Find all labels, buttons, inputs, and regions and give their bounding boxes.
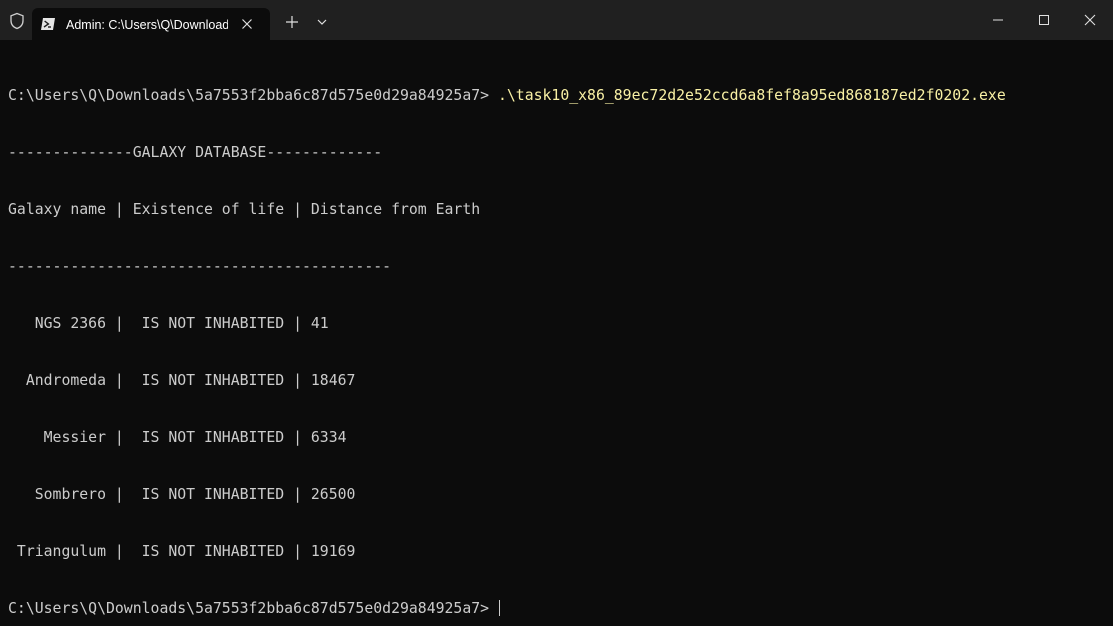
minimize-button[interactable]: [975, 0, 1021, 40]
database-header: --------------GALAXY DATABASE-----------…: [8, 144, 383, 161]
tab-title: Admin: C:\Users\Q\Downloads\5a7553f2bba6…: [66, 18, 228, 32]
separator-line: ----------------------------------------…: [8, 258, 392, 275]
column-headers: Galaxy name | Existence of life | Distan…: [8, 201, 481, 218]
tab-admin-terminal[interactable]: Admin: C:\Users\Q\Downloads\5a7553f2bba6…: [32, 8, 270, 40]
minimize-icon: [993, 19, 1003, 21]
plus-icon[interactable]: [282, 12, 302, 32]
current-prompt-line: C:\Users\Q\Downloads\5a7553f2bba6c87d575…: [8, 599, 1108, 618]
maximize-button[interactable]: [1021, 0, 1067, 40]
title-bar: Admin: C:\Users\Q\Downloads\5a7553f2bba6…: [0, 0, 1113, 40]
table-row: Sombrero | IS NOT INHABITED | 26500: [8, 486, 356, 503]
close-icon: [1084, 14, 1096, 26]
prompt: C:\Users\Q\Downloads\5a7553f2bba6c87d575…: [8, 87, 498, 104]
command-line: C:\Users\Q\Downloads\5a7553f2bba6c87d575…: [8, 86, 1108, 105]
table-row: Messier | IS NOT INHABITED | 6334: [8, 429, 347, 446]
table-row: Triangulum | IS NOT INHABITED | 19169: [8, 543, 356, 560]
chevron-down-icon[interactable]: [312, 12, 332, 32]
command-text: .\task10_x86_89ec72d2e52ccd6a8fef8a95ed8…: [497, 87, 1006, 104]
prompt: C:\Users\Q\Downloads\5a7553f2bba6c87d575…: [8, 600, 498, 617]
table-row: Andromeda | IS NOT INHABITED | 18467: [8, 372, 356, 389]
maximize-icon: [1039, 15, 1049, 25]
powershell-icon: [40, 16, 56, 32]
close-window-button[interactable]: [1067, 0, 1113, 40]
terminal-window: Admin: C:\Users\Q\Downloads\5a7553f2bba6…: [0, 0, 1113, 626]
text-cursor: [498, 600, 500, 616]
shield-icon: [8, 12, 26, 30]
table-row: NGS 2366 | IS NOT INHABITED | 41: [8, 315, 329, 332]
close-icon[interactable]: [238, 15, 256, 33]
terminal-output[interactable]: C:\Users\Q\Downloads\5a7553f2bba6c87d575…: [8, 48, 1108, 618]
